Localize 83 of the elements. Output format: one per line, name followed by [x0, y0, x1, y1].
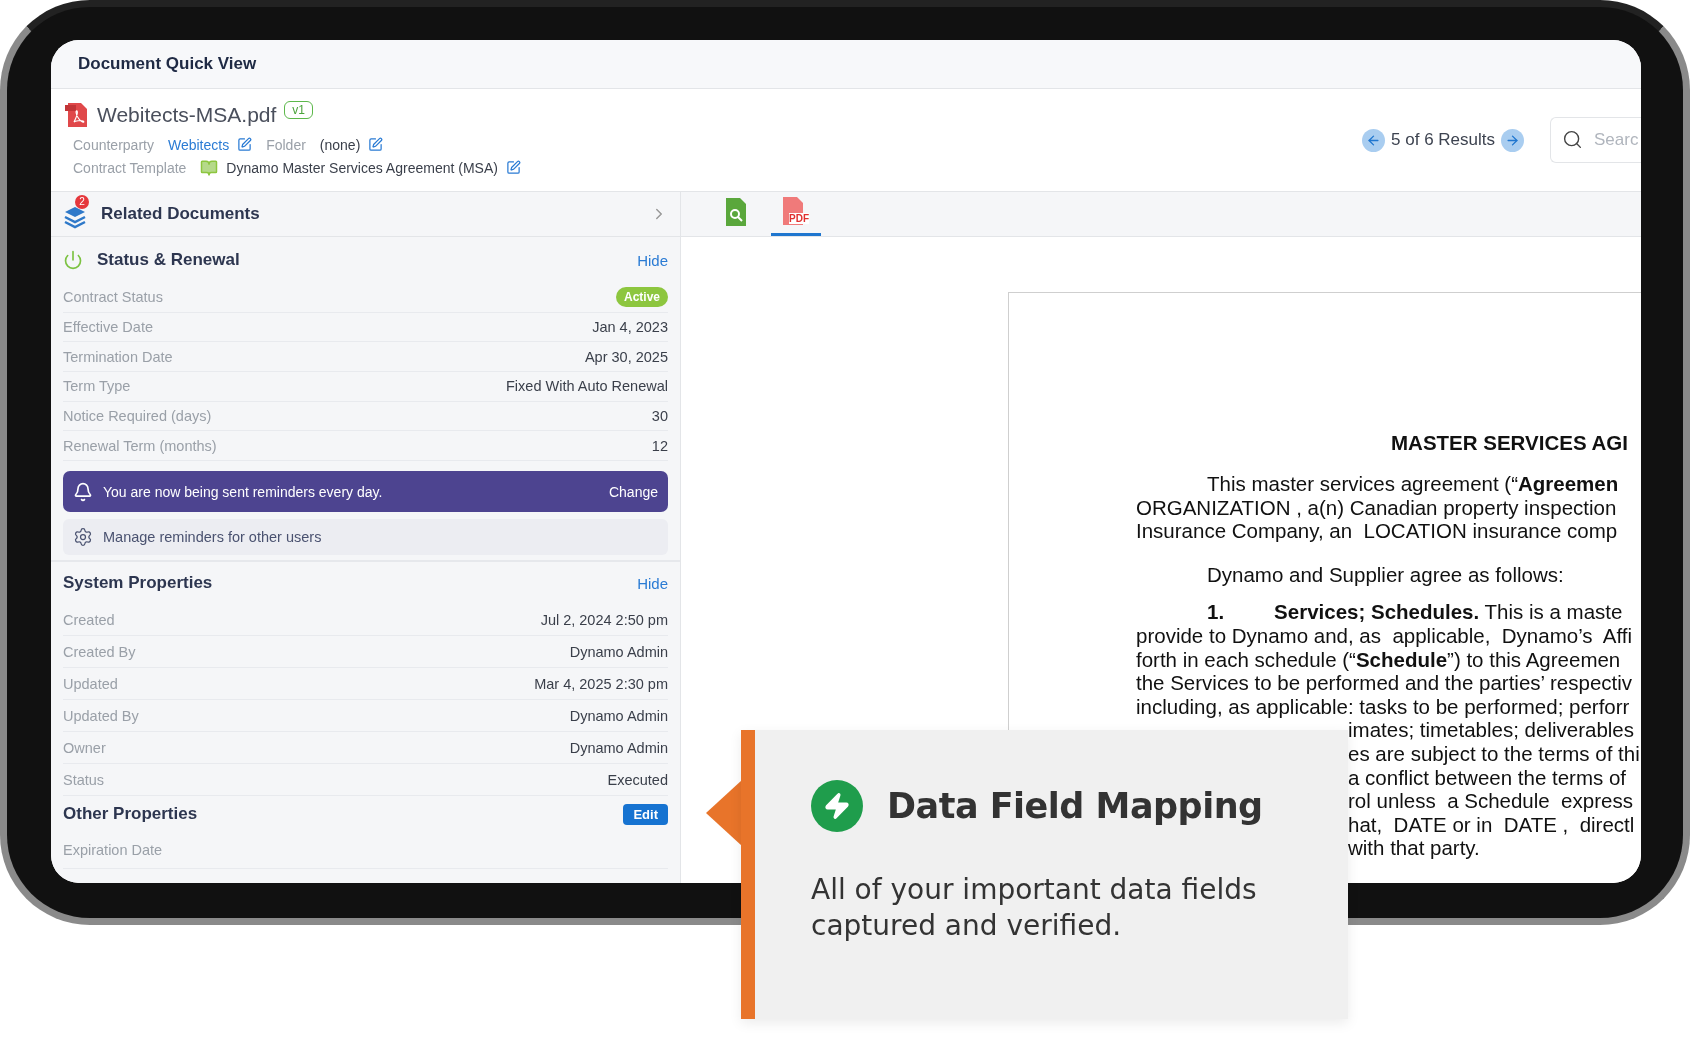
- document-title: MASTER SERVICES AGI: [1390, 431, 1629, 455]
- field-value: Dynamo Admin: [569, 707, 668, 724]
- section-title: System Properties: [63, 573, 214, 594]
- count-badge: 2: [75, 195, 89, 209]
- arrow-right-icon: [1505, 132, 1520, 148]
- field-label: Term Type: [63, 378, 131, 395]
- meta-label: Counterparty: [73, 136, 154, 153]
- document-text-line: imates; timetables; deliverables: [1348, 718, 1634, 742]
- meta-label: Folder: [266, 136, 306, 153]
- previous-button[interactable]: [1362, 128, 1386, 152]
- pdf-file-icon: [65, 102, 89, 128]
- reminder-text: You are now being sent reminders every day.: [103, 483, 384, 500]
- field-label: Status: [63, 771, 105, 788]
- related-documents-row[interactable]: 2 Related Documents: [51, 192, 680, 237]
- document-text-line: ORGANIZATION , a(n) Canadian property inspection: [1136, 495, 1617, 520]
- file-name: Webitects-MSA.pdf: [97, 103, 277, 127]
- field-value: Fixed With Auto Renewal: [506, 378, 668, 395]
- document-search-icon: [724, 196, 748, 227]
- document-text-line: es are subject to the terms of thi: [1348, 741, 1640, 766]
- edit-button[interactable]: Edit: [623, 803, 668, 825]
- section-title: Status & Renewal: [97, 250, 241, 270]
- next-button[interactable]: [1501, 128, 1524, 152]
- stack-icon: [63, 205, 87, 229]
- counterparty-link[interactable]: Webitects: [167, 136, 230, 153]
- meta-value: (none): [319, 136, 361, 153]
- field-label: Created: [63, 611, 115, 628]
- document-text-line: forth in each schedule (“Schedule”) to this Agreemen: [1136, 647, 1621, 672]
- meta-label: Contract Template: [73, 159, 187, 176]
- section-title: Other Properties: [63, 804, 199, 825]
- status-badge: Active: [615, 287, 668, 308]
- section-title: Related Documents: [101, 204, 261, 224]
- hide-link[interactable]: Hide: [637, 574, 668, 592]
- manage-reminders-button[interactable]: Manage reminders for other users: [63, 519, 668, 556]
- edit-icon[interactable]: [368, 137, 384, 152]
- document-text-line: Insurance Company, an LOCATION insurance comp: [1136, 519, 1618, 543]
- document-text-line: a conflict between the terms of: [1348, 765, 1627, 790]
- power-icon: [63, 250, 83, 270]
- document-text-line: the Services to be performed and the parties’ respectiv: [1136, 671, 1633, 695]
- document-text-line: with that party.: [1348, 836, 1480, 860]
- bell-icon: [73, 481, 93, 502]
- field-label: Created By: [63, 643, 136, 660]
- lightning-icon: [811, 780, 863, 832]
- window-title: Document Quick View: [78, 54, 257, 74]
- field-label: Expiration Date: [63, 842, 163, 859]
- version-badge: v1: [284, 101, 314, 119]
- hide-link[interactable]: Hide: [637, 251, 668, 269]
- callout-title: Data Field Mapping: [887, 786, 1263, 826]
- document-text-line: This master services agreement (“Agreemen: [1207, 472, 1619, 496]
- search-icon: [1562, 129, 1583, 150]
- search-field[interactable]: Searc: [1550, 117, 1641, 163]
- edit-icon[interactable]: [237, 137, 253, 152]
- field-value: Dynamo Admin: [569, 643, 668, 660]
- field-label: Renewal Term (months): [63, 437, 217, 454]
- field-value: 30: [651, 408, 668, 425]
- field-label: Notice Required (days): [63, 408, 212, 425]
- document-text-line: rol unless a Schedule express: [1348, 789, 1633, 813]
- field-value: 12: [651, 437, 668, 454]
- field-label: Owner: [63, 739, 106, 756]
- meta-value: Dynamo Master Services Agreement (MSA): [226, 159, 498, 176]
- field-value: Jul 2, 2024 2:50 pm: [540, 611, 668, 628]
- pdf-label: PDF: [789, 212, 809, 224]
- book-icon: [200, 158, 219, 177]
- field-label: Contract Status: [63, 289, 163, 306]
- field-value: Dynamo Admin: [569, 739, 668, 756]
- field-value: Executed: [607, 771, 668, 788]
- callout-text: All of your important data fields captured and verified.: [811, 872, 1258, 944]
- field-label: Effective Date: [63, 319, 153, 336]
- document-text-line: Dynamo and Supplier agree as follows:: [1207, 562, 1564, 587]
- field-value: Mar 4, 2025 2:30 pm: [534, 675, 668, 692]
- document-text-line: Services; Schedules. This is a maste: [1274, 600, 1623, 624]
- field-label: Updated: [63, 675, 118, 692]
- field-label: Updated By: [63, 707, 139, 724]
- document-text-line: hat, DATE or in DATE , directl: [1348, 812, 1635, 837]
- change-button[interactable]: Change: [608, 483, 658, 500]
- results-counter: 5 of 6 Results: [1391, 130, 1495, 150]
- document-text-line: including, as applicable: tasks to be performed; perforr: [1136, 694, 1630, 719]
- edit-icon[interactable]: [505, 160, 521, 175]
- gear-icon: [73, 527, 93, 548]
- clause-number: 1.: [1207, 600, 1225, 624]
- field-value: Jan 4, 2023: [592, 319, 668, 336]
- field-value: Apr 30, 2025: [584, 348, 668, 365]
- field-label: Termination Date: [63, 348, 173, 365]
- document-text-line: provide to Dynamo and, as applicable, Dynamo’s Affi: [1136, 623, 1633, 648]
